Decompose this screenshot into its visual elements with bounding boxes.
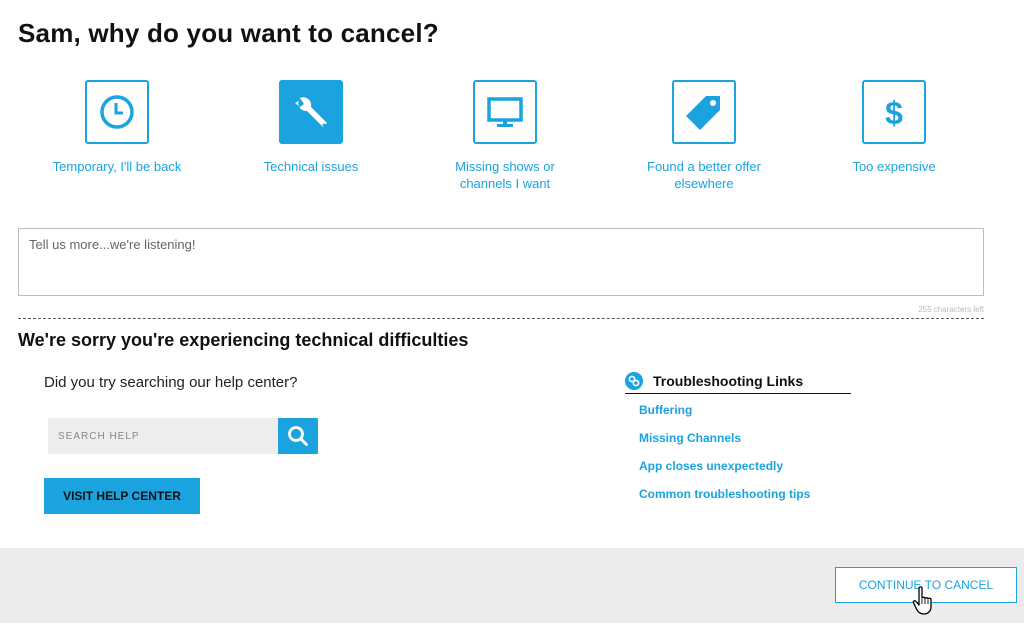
link-icon — [625, 371, 643, 390]
help-search — [48, 418, 318, 454]
troubleshooting-panel: Troubleshooting Links Buffering Missing … — [625, 370, 851, 514]
reason-label: Missing shows or channels I want — [455, 159, 555, 191]
dollar-icon: $ — [862, 80, 926, 144]
reason-label: Temporary, I'll be back — [52, 159, 182, 174]
svg-text:$: $ — [885, 95, 903, 131]
list-item: Buffering — [639, 402, 851, 430]
cancel-reasons: Temporary, I'll be back Technical issues… — [0, 80, 1024, 200]
clock-icon — [85, 80, 149, 144]
section-divider — [18, 318, 984, 319]
monitor-icon — [473, 80, 537, 144]
troubleshooting-title: Troubleshooting Links — [653, 372, 804, 389]
reason-label: Too expensive — [852, 159, 936, 174]
reason-label: Technical issues — [263, 159, 359, 174]
reason-missing-shows[interactable]: Missing shows or channels I want — [440, 80, 570, 192]
list-item: App closes unexpectedly — [639, 458, 851, 486]
buffering-link[interactable]: Buffering — [639, 403, 692, 417]
feedback-textarea[interactable] — [18, 228, 984, 296]
search-button[interactable] — [278, 418, 318, 454]
reason-better-offer[interactable]: Found a better offer elsewhere — [639, 80, 769, 192]
app-closes-link[interactable]: App closes unexpectedly — [639, 459, 783, 473]
price-tag-icon — [672, 80, 736, 144]
troubleshooting-header: Troubleshooting Links — [625, 370, 851, 394]
reason-label: Found a better offer elsewhere — [647, 159, 761, 191]
list-item: Missing Channels — [639, 430, 851, 458]
visit-help-center-button[interactable]: VISIT HELP CENTER — [44, 478, 200, 514]
character-count: 255 characters left — [918, 305, 984, 314]
search-help-input[interactable] — [48, 418, 278, 454]
wrench-icon — [279, 80, 343, 144]
hand-cursor-icon — [912, 586, 932, 615]
missing-channels-link[interactable]: Missing Channels — [639, 431, 741, 445]
list-item: Common troubleshooting tips — [639, 486, 851, 514]
help-center-question: Did you try searching our help center? — [44, 374, 298, 391]
reason-technical-issues[interactable]: Technical issues — [246, 80, 376, 175]
page-title: Sam, why do you want to cancel? — [18, 18, 439, 48]
search-icon — [288, 426, 308, 446]
troubleshooting-links: Buffering Missing Channels App closes un… — [639, 402, 851, 514]
technical-difficulties-title: We're sorry you're experiencing technica… — [18, 330, 469, 350]
reason-too-expensive[interactable]: $ Too expensive — [829, 80, 959, 175]
reason-temporary[interactable]: Temporary, I'll be back — [52, 80, 182, 175]
troubleshooting-tips-link[interactable]: Common troubleshooting tips — [639, 487, 810, 501]
